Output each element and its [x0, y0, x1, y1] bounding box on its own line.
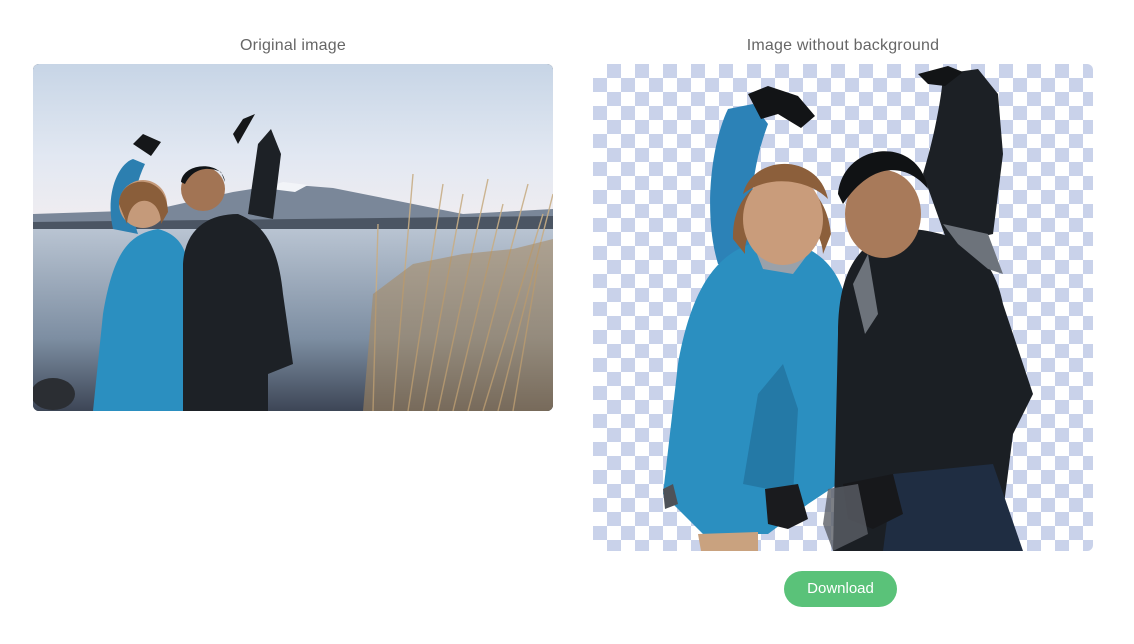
cutout-subjects-illustration: [663, 66, 1033, 551]
original-image: [33, 64, 553, 411]
background-removal-result-page: Original image Image without background: [0, 0, 1134, 644]
result-image-title: Image without background: [746, 37, 940, 54]
original-image-title: Original image: [240, 37, 346, 54]
original-photo-illustration: [33, 64, 553, 411]
result-image: [593, 64, 1093, 551]
download-button[interactable]: Download: [784, 571, 897, 607]
